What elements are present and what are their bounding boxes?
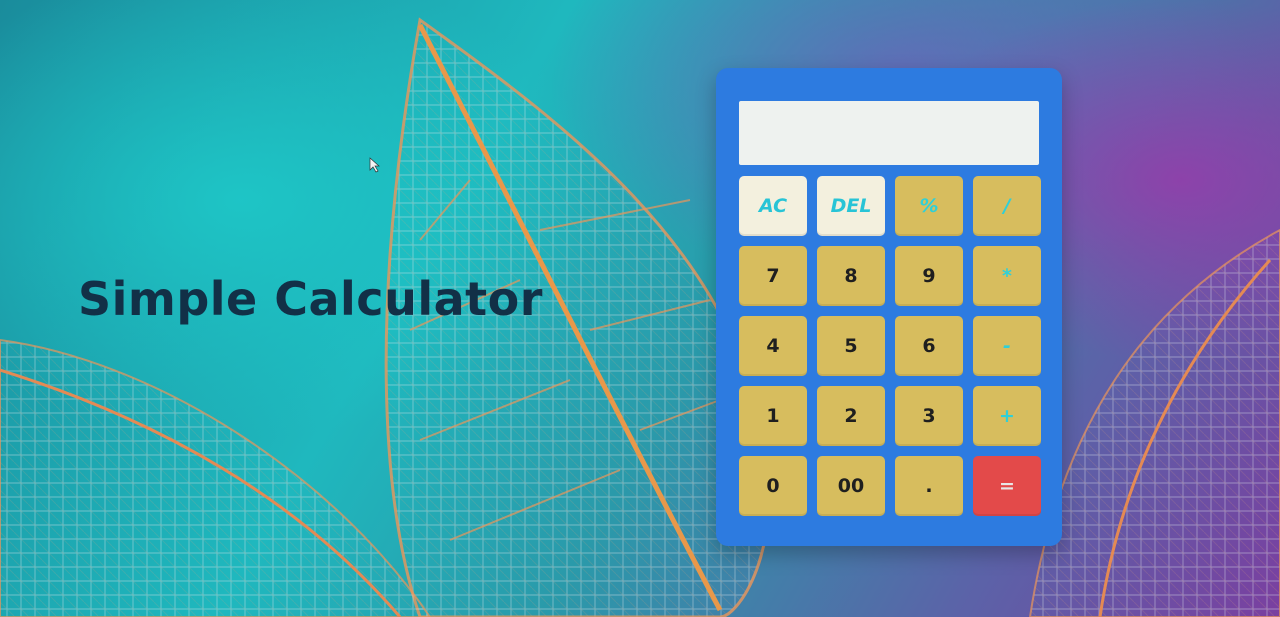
percent-button[interactable]: % — [895, 176, 963, 236]
delete-button[interactable]: DEL — [817, 176, 885, 236]
key-00-button[interactable]: 00 — [817, 456, 885, 516]
equals-button[interactable]: = — [973, 456, 1041, 516]
divide-button[interactable]: / — [973, 176, 1041, 236]
key-9-button[interactable]: 9 — [895, 246, 963, 306]
add-button[interactable]: + — [973, 386, 1041, 446]
calculator-display[interactable] — [739, 101, 1039, 165]
key-6-button[interactable]: 6 — [895, 316, 963, 376]
page-title: Simple Calculator — [78, 272, 543, 326]
key-1-button[interactable]: 1 — [739, 386, 807, 446]
key-7-button[interactable]: 7 — [739, 246, 807, 306]
decimal-button[interactable]: . — [895, 456, 963, 516]
mouse-cursor-icon — [369, 157, 380, 173]
key-4-button[interactable]: 4 — [739, 316, 807, 376]
calculator: AC DEL%/ 7 8 9 * 4 5 6- 1 2 3 +0 00. = — [716, 68, 1062, 546]
key-0-button[interactable]: 0 — [739, 456, 807, 516]
key-3-button[interactable]: 3 — [895, 386, 963, 446]
subtract-button[interactable]: - — [973, 316, 1041, 376]
key-5-button[interactable]: 5 — [817, 316, 885, 376]
key-2-button[interactable]: 2 — [817, 386, 885, 446]
multiply-button[interactable]: * — [973, 246, 1041, 306]
key-8-button[interactable]: 8 — [817, 246, 885, 306]
all-clear-button[interactable]: AC — [739, 176, 807, 236]
